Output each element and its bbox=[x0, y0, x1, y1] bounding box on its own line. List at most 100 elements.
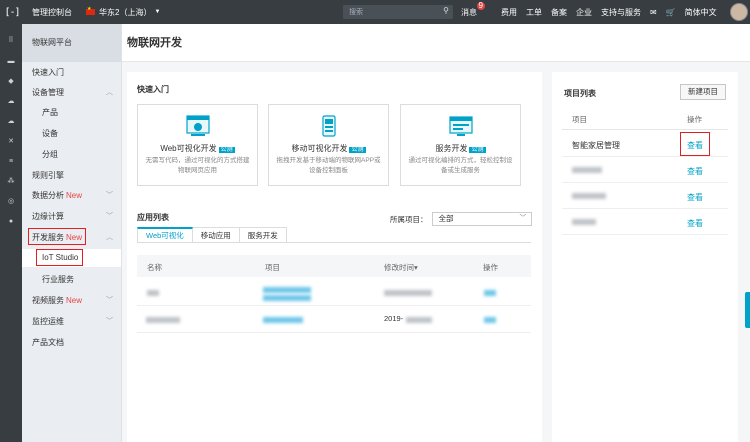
service-dev-card[interactable]: 服务开发 公测 通过可视化编排的方式，轻松控制设备或生成服务 bbox=[400, 104, 521, 186]
mobile-visual-dev-card[interactable]: 移动可视化开发 公测 拖拽开发基于移动端的物联网APP或设备控制面板 bbox=[268, 104, 389, 186]
card-title: 服务开发 公测 bbox=[401, 143, 520, 154]
project-select[interactable]: 全部 ﹀ bbox=[431, 212, 532, 226]
highlight-view-link bbox=[680, 132, 710, 156]
support-link[interactable]: 支持与服务 bbox=[601, 7, 641, 18]
language-switch[interactable]: 简体中文 bbox=[685, 7, 717, 18]
project-select-value: 全部 bbox=[438, 214, 454, 223]
sidebar-item-product-docs[interactable]: 产品文档 bbox=[32, 337, 64, 348]
video-service-label: 视频服务 bbox=[32, 296, 64, 305]
view-link[interactable]: 查看 bbox=[687, 166, 703, 177]
server-icon[interactable]: ▬ bbox=[5, 55, 17, 67]
blurred-name bbox=[147, 290, 159, 296]
network-icon[interactable]: ⁂ bbox=[5, 175, 17, 187]
sidebar-item-industry-service[interactable]: 行业服务 bbox=[42, 274, 74, 285]
chevron-down-icon: ﹀ bbox=[519, 215, 527, 222]
page-title: 物联网开发 bbox=[122, 24, 750, 62]
chevron-down-icon[interactable]: ﹀ bbox=[106, 190, 113, 200]
messages-link[interactable]: 消息 9 bbox=[461, 1, 486, 18]
aliyun-logo-icon[interactable]: [-] bbox=[0, 0, 24, 24]
search-icon[interactable]: ⚲ bbox=[443, 6, 449, 15]
blurred-action[interactable] bbox=[484, 317, 496, 323]
chevron-down-icon[interactable]: ﹀ bbox=[106, 316, 113, 326]
app-tabs: Web可视化 移动应用 服务开发 bbox=[137, 227, 287, 243]
highlight-iot-studio bbox=[36, 249, 83, 266]
col-project: 项目 bbox=[572, 115, 587, 124]
region-label: 华东2（上海） bbox=[99, 7, 152, 17]
new-project-button[interactable]: 新建项目 bbox=[680, 84, 726, 100]
mail-icon[interactable]: ✉ bbox=[650, 8, 657, 17]
china-flag-icon bbox=[86, 6, 95, 15]
icp-link[interactable]: 备案 bbox=[551, 7, 567, 18]
close-icon[interactable]: ✕ bbox=[5, 135, 17, 147]
row-divider bbox=[137, 305, 531, 306]
sidebar-item-data-analysis[interactable]: 数据分析 New bbox=[32, 190, 82, 201]
enterprise-link[interactable]: 企业 bbox=[576, 7, 592, 18]
quick-entry-title: 快速入门 bbox=[137, 85, 169, 94]
beta-tag: 公测 bbox=[218, 147, 235, 153]
sidebar-title: 物联网平台 bbox=[22, 24, 121, 62]
blurred-name bbox=[146, 317, 180, 323]
messages-badge: 9 bbox=[476, 0, 485, 10]
cloud-icon[interactable]: ☁ bbox=[5, 95, 17, 107]
sidebar-item-rule-engine[interactable]: 规则引擎 bbox=[32, 170, 64, 181]
avatar[interactable] bbox=[730, 3, 748, 21]
web-visual-dev-card[interactable]: Web可视化开发 公测 无需写代码，通过可视化的方式搭建物联网页应用 bbox=[137, 104, 258, 186]
col-modified[interactable]: 修改时间▾ bbox=[384, 262, 418, 273]
chevron-up-icon[interactable]: ︿ bbox=[106, 87, 113, 97]
feedback-side-tab[interactable] bbox=[745, 292, 750, 328]
search-placeholder: 搜索 bbox=[349, 9, 363, 16]
blurred-project[interactable] bbox=[263, 317, 303, 323]
globe-icon[interactable]: ◎ bbox=[5, 195, 17, 207]
console-home-link[interactable]: 管理控制台 bbox=[32, 7, 72, 18]
chevron-down-icon[interactable]: ﹀ bbox=[106, 295, 113, 305]
highlight-dev-service bbox=[28, 228, 86, 245]
project-filter-label: 所属项目： bbox=[390, 214, 428, 224]
circle-icon[interactable]: ● bbox=[5, 215, 17, 227]
tab-divider bbox=[137, 242, 531, 243]
card-title: Web可视化开发 公测 bbox=[138, 143, 257, 154]
tab-service-dev[interactable]: 服务开发 bbox=[239, 227, 287, 243]
row-divider bbox=[137, 332, 531, 333]
tickets-link[interactable]: 工单 bbox=[526, 7, 542, 18]
col-project: 项目 bbox=[265, 263, 280, 272]
sidebar-item-product[interactable]: 产品 bbox=[42, 107, 58, 118]
sidebar-item-quickstart[interactable]: 快速入门 bbox=[32, 67, 64, 78]
chevron-up-icon[interactable]: ︿ bbox=[106, 232, 113, 242]
beta-tag: 公测 bbox=[469, 147, 486, 153]
chevron-down-icon[interactable]: ﹀ bbox=[106, 211, 113, 221]
blurred-project-name bbox=[572, 167, 602, 173]
view-link[interactable]: 查看 bbox=[687, 218, 703, 229]
sidebar-item-monitor-ops[interactable]: 监控运维 bbox=[32, 316, 64, 327]
project-row: 查看 bbox=[562, 209, 728, 235]
sidebar-item-device-mgmt[interactable]: 设备管理 bbox=[32, 87, 64, 98]
blurred-action[interactable] bbox=[484, 290, 496, 296]
blurred-project[interactable] bbox=[263, 287, 311, 293]
billing-link[interactable]: 费用 bbox=[501, 7, 517, 18]
project-row: 查看 bbox=[562, 157, 728, 183]
project-list-title: 项目列表 bbox=[564, 89, 596, 98]
cart-icon[interactable]: 🛒 bbox=[666, 8, 676, 17]
code-icon[interactable]: ≡ bbox=[5, 155, 17, 167]
sidebar-item-group[interactable]: 分组 bbox=[42, 149, 58, 160]
blurred-time bbox=[406, 317, 432, 323]
search-input[interactable]: 搜索 ⚲ bbox=[343, 5, 453, 19]
cloud-upload-icon[interactable]: ☁ bbox=[5, 115, 17, 127]
service-dev-icon bbox=[449, 116, 473, 136]
view-link[interactable]: 查看 bbox=[687, 192, 703, 203]
card-desc: 通过可视化编排的方式，轻松控制设备或生成服务 bbox=[408, 157, 513, 174]
menu-grid-icon[interactable]: ⠿ bbox=[5, 34, 17, 46]
col-actions: 操作 bbox=[687, 115, 702, 124]
product-icon-rail: ⠿ ▬ ◆ ☁ ☁ ✕ ≡ ⁂ ◎ ● bbox=[0, 24, 22, 442]
sidebar-item-device[interactable]: 设备 bbox=[42, 128, 58, 139]
database-icon[interactable]: ◆ bbox=[5, 75, 17, 87]
col-modified-label: 修改时间 bbox=[384, 263, 414, 272]
card-title-text: 移动可视化开发 bbox=[291, 144, 348, 153]
tab-web-visual[interactable]: Web可视化 bbox=[137, 227, 193, 243]
tab-mobile-app[interactable]: 移动应用 bbox=[192, 227, 240, 243]
data-analysis-label: 数据分析 bbox=[32, 191, 64, 200]
region-selector[interactable]: 华东2（上海） ▼ bbox=[86, 6, 160, 18]
blurred-project-name bbox=[572, 193, 606, 199]
col-actions: 操作 bbox=[483, 263, 498, 272]
sidebar-item-edge-compute[interactable]: 边缘计算 bbox=[32, 211, 64, 222]
sidebar-item-video-service[interactable]: 视频服务 New bbox=[32, 295, 82, 306]
